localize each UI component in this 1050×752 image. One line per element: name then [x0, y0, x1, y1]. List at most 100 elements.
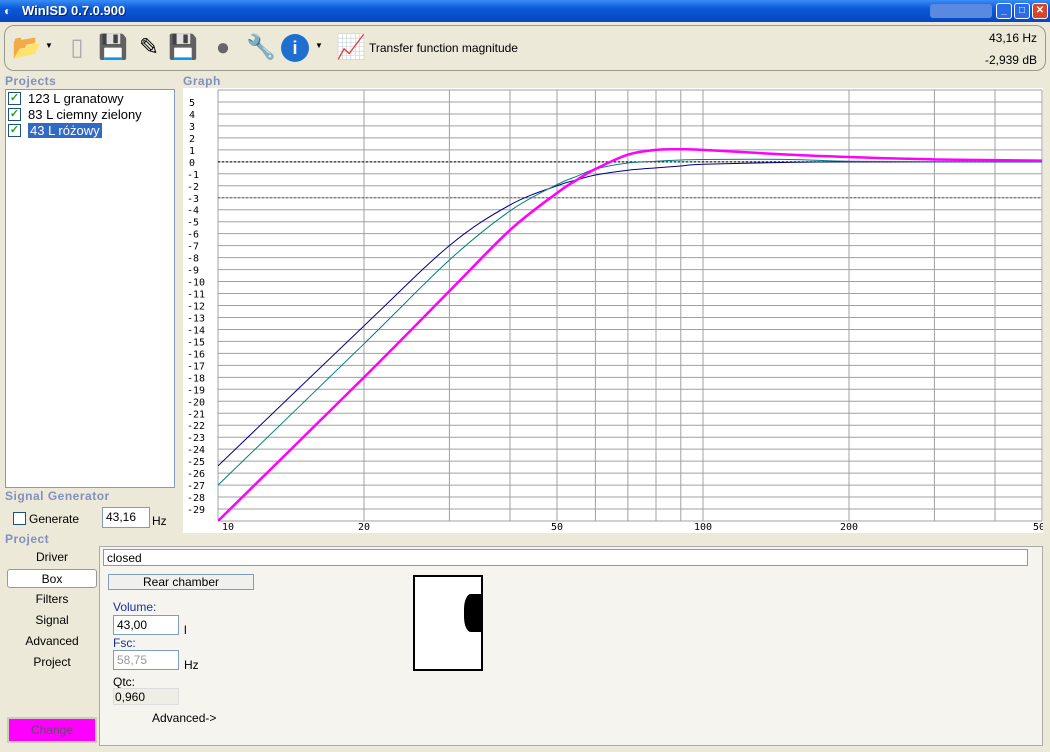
info-icon[interactable]: i	[281, 34, 309, 62]
maximize-button[interactable]: □	[1014, 3, 1030, 19]
y-tick-label: -1	[187, 170, 199, 181]
box-diagram	[413, 575, 483, 671]
nav-project[interactable]: Project	[7, 653, 97, 672]
checkbox-icon[interactable]: ✓	[8, 123, 21, 137]
minimize-button[interactable]: _	[996, 3, 1012, 19]
open-folder-icon[interactable]: 📂	[11, 32, 43, 64]
change-color-button[interactable]: Change	[7, 717, 97, 743]
projects-heading: Projects	[5, 74, 57, 88]
y-tick-label: -4	[187, 206, 199, 217]
y-tick-label: -18	[187, 373, 205, 384]
nav-driver[interactable]: Driver	[7, 548, 97, 567]
y-tick-label: -8	[187, 254, 199, 265]
box-type-select[interactable]: closed	[103, 549, 1028, 566]
driver-icon[interactable]: ●	[207, 32, 239, 64]
series-line-1	[218, 158, 1042, 486]
generate-checkbox[interactable]	[13, 512, 26, 525]
fsc-unit: Hz	[184, 658, 199, 672]
nav-signal[interactable]: Signal	[7, 611, 97, 630]
y-tick-label: -25	[187, 457, 205, 468]
nav-box[interactable]: Box	[7, 569, 97, 588]
y-tick-label: -10	[187, 278, 205, 289]
y-tick-label: -28	[187, 493, 205, 504]
qtc-label: Qtc:	[113, 675, 136, 689]
x-tick-label: 500	[1033, 522, 1043, 533]
wrench-icon[interactable]: 🔧	[245, 32, 277, 64]
title-bar: ◐ WinISD 0.7.0.900 _ □ ✕	[0, 0, 1050, 22]
y-tick-label: 3	[189, 122, 195, 133]
volume-label: Volume:	[113, 600, 157, 614]
fsc-input: 58,75	[113, 650, 179, 670]
info-dropdown-icon[interactable]: ▼	[315, 41, 323, 50]
app-icon: ◐	[4, 4, 12, 18]
advanced-link[interactable]: Advanced->	[152, 711, 216, 725]
toolbar: 📂 ▼ ▯ 💾 ✎ 💾 ● 🔧 i ▼ 📈 Transfer function …	[4, 25, 1046, 71]
y-tick-label: 5	[189, 98, 195, 109]
project-heading: Project	[5, 532, 50, 546]
signal-generator-heading: Signal Generator	[5, 489, 110, 503]
y-tick-label: -20	[187, 397, 205, 408]
new-document-icon[interactable]: ▯	[61, 32, 93, 64]
y-tick-label: 0	[189, 158, 195, 169]
y-tick-label: -16	[187, 349, 205, 360]
y-tick-label: -11	[187, 290, 205, 301]
close-button[interactable]: ✕	[1032, 3, 1048, 19]
y-tick-label: -19	[187, 385, 205, 396]
generator-frequency-input[interactable]: 43,16	[102, 507, 150, 528]
project-item[interactable]: ✓ 123 L granatowy	[6, 90, 174, 106]
generate-label: Generate	[29, 512, 80, 526]
volume-unit: l	[184, 623, 187, 637]
series-line-0	[218, 161, 1042, 467]
y-tick-label: -5	[187, 218, 199, 229]
checkbox-icon[interactable]: ✓	[8, 91, 21, 105]
y-tick-label: -23	[187, 433, 205, 444]
rear-chamber-button[interactable]: Rear chamber	[108, 574, 254, 590]
nav-filters[interactable]: Filters	[7, 590, 97, 609]
y-tick-label: -29	[187, 505, 205, 516]
y-tick-label: -13	[187, 313, 205, 324]
project-item[interactable]: ✓ 43 L różowy	[6, 122, 174, 138]
speaker-icon	[464, 594, 481, 632]
y-tick-label: 4	[189, 110, 195, 121]
y-tick-label: -26	[187, 469, 205, 480]
y-tick-label: -9	[187, 266, 199, 277]
y-tick-label: 2	[189, 134, 195, 145]
y-tick-label: -21	[187, 409, 205, 420]
y-tick-label: -14	[187, 325, 205, 336]
save-all-icon[interactable]: 💾	[167, 32, 199, 64]
projects-list: ✓ 123 L granatowy ✓ 83 L ciemny zielony ✓ 4…	[5, 89, 175, 488]
graph-heading: Graph	[183, 74, 221, 88]
x-tick-label: 200	[840, 522, 858, 533]
box-panel: closed Rear chamber Volume: 43,00 l Fsc:…	[99, 546, 1043, 746]
y-tick-label: -12	[187, 302, 205, 313]
series-line-2	[218, 147, 1042, 521]
graph-type-label[interactable]: Transfer function magnitude	[369, 41, 518, 55]
volume-input[interactable]: 43,00	[113, 615, 179, 635]
save-as-icon[interactable]: ✎	[133, 32, 165, 64]
x-tick-label: 50	[551, 522, 563, 533]
x-tick-label: 100	[694, 522, 712, 533]
y-tick-label: -15	[187, 337, 205, 348]
y-tick-label: -6	[187, 230, 199, 241]
frequency-readout: 43,16 Hz	[988, 31, 1037, 45]
generator-unit: Hz	[152, 514, 167, 528]
chart-icon[interactable]: 📈	[335, 32, 367, 64]
tray-widget	[930, 4, 992, 18]
graph[interactable]: 5 4 3 2 1 0 -1 -2 -3 -4 -5 -6 -7 -8 -9 -10 -11 -12 -13 -14-…	[183, 88, 1050, 533]
project-item[interactable]: ✓ 83 L ciemny zielony	[6, 106, 174, 122]
save-icon[interactable]: 💾	[97, 32, 129, 64]
y-tick-label: -24	[187, 445, 205, 456]
y-tick-label: -7	[187, 242, 199, 253]
nav-advanced[interactable]: Advanced	[7, 632, 97, 651]
checkbox-icon[interactable]: ✓	[8, 107, 21, 121]
y-tick-label: -17	[187, 361, 205, 372]
y-tick-label: -27	[187, 481, 205, 492]
level-readout: -2,939 dB	[984, 53, 1037, 67]
x-tick-label: 20	[358, 522, 370, 533]
open-dropdown-icon[interactable]: ▼	[45, 41, 53, 50]
x-tick-label: 10	[222, 522, 234, 533]
transfer-function-chart[interactable]: 543210-1-2-3-4-5-6-7-8-9-10-11-12-13-14-…	[183, 88, 1050, 533]
fsc-label: Fsc:	[113, 636, 136, 650]
y-tick-label: -22	[187, 421, 205, 432]
qtc-value: 0,960	[113, 688, 179, 705]
